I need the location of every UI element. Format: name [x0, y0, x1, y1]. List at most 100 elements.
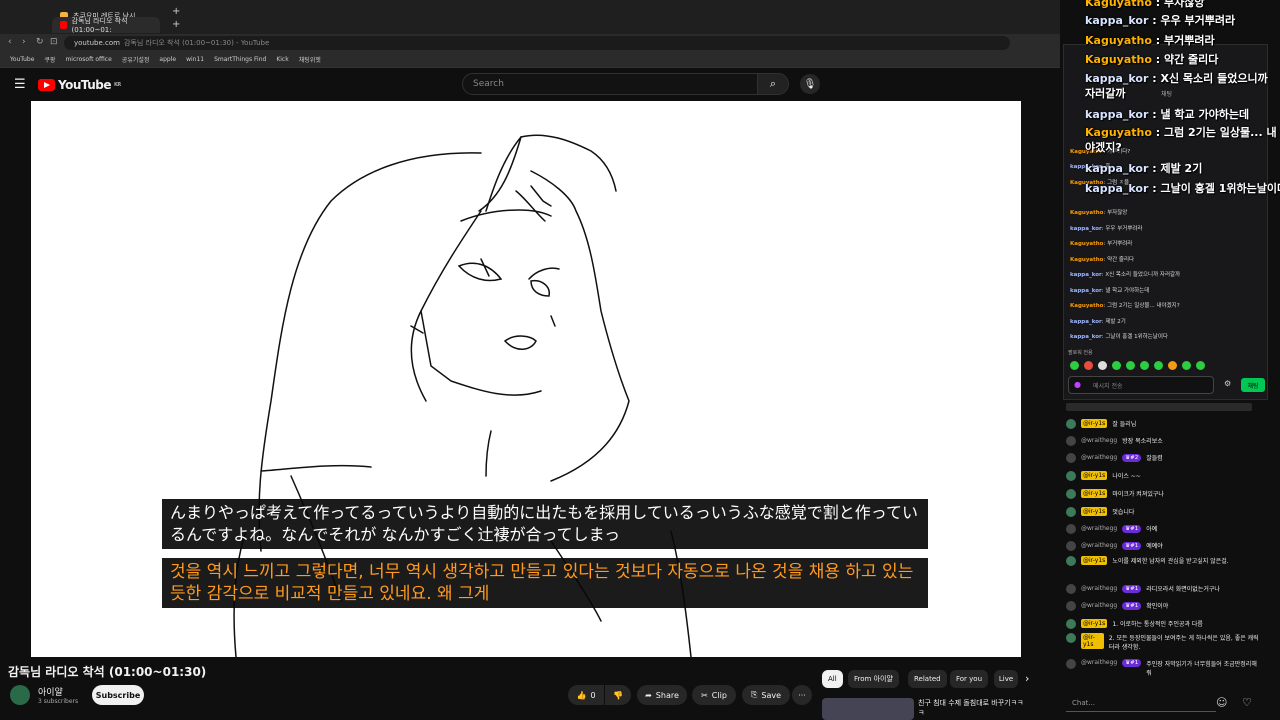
live-chat-scrollbar[interactable] — [1066, 403, 1252, 411]
youtube-logo[interactable]: YouTube KR — [38, 78, 121, 92]
live-chat-message: @ir-y1s 2. 모든 등장인물들이 보여주는 게 하나씩은 있음, 좋은 캐… — [1066, 633, 1262, 657]
live-chat-message: @wraithegg ♛#2 잘들렴 — [1066, 449, 1262, 466]
new-tab-button-2[interactable]: + — [172, 19, 180, 30]
live-chat-input[interactable]: Chat... — [1066, 694, 1216, 712]
microphone-icon: 🎙 — [803, 78, 817, 90]
subtitle-korean: 것을 역시 느끼고 그렇다면, 너무 역시 생각하고 만들고 있다는 것보다 자… — [162, 558, 928, 608]
chip-from-channel[interactable]: From 아이얄 — [848, 670, 899, 688]
live-chat-message: @ir-y1s 마이크가 켜져있구나 — [1066, 485, 1262, 502]
browser-tab-active[interactable]: 감독님 라디오 착석 (01:00~01: — [52, 17, 160, 34]
emote-icon[interactable] — [1070, 361, 1079, 370]
avatar — [1066, 556, 1076, 566]
menu-icon[interactable]: ☰ — [14, 77, 26, 92]
bookmark-router[interactable]: 공유기설정 — [122, 55, 150, 64]
emote-icon[interactable] — [1084, 361, 1093, 370]
url-domain: youtube.com — [74, 39, 120, 47]
chat-message-input[interactable]: 메시지 전송 — [1068, 376, 1214, 394]
emoji-icon[interactable]: ☺ — [1216, 696, 1227, 709]
live-chat-message: @ir-y1s 1. 이로하는 통상적인 주인공과 다름 — [1066, 615, 1262, 632]
overlay-chat-line: Kaguyatho : 그럼 2기는 일상물... 내야겠지? — [1085, 126, 1277, 154]
badge-rank: #1 — [1130, 525, 1139, 532]
related-video-thumbnail[interactable] — [822, 698, 914, 720]
follower-only-label: 팔로워 전용 — [1068, 350, 1093, 356]
dislike-button[interactable]: 👎 — [605, 685, 631, 705]
save-icon: ⎘ — [750, 690, 758, 699]
emote-icon[interactable] — [1168, 361, 1177, 370]
chat-author: @wraithegg — [1081, 437, 1118, 444]
chat-text: 약간 줄리다 — [1107, 257, 1135, 263]
bookmark-coupang[interactable]: 쿠팡 — [44, 55, 55, 64]
settings-gear-icon[interactable]: ⚙ — [1224, 379, 1231, 388]
subscribe-button[interactable]: Subscribe — [92, 685, 144, 705]
back-icon[interactable]: ‹ — [8, 37, 12, 47]
search-button[interactable]: ⌕ — [757, 73, 789, 95]
emote-icon[interactable] — [1126, 361, 1135, 370]
chat-author: @wraithegg — [1081, 585, 1118, 592]
chat-text: 잘 들리님 — [1112, 421, 1137, 428]
chat-text: 2. 모든 등장인물들이 보여주는 게 하나씩은 있음, 좋은 캐릭터라 생각함… — [1108, 635, 1259, 651]
share-button[interactable]: ➦ Share — [637, 685, 687, 705]
new-tab-button[interactable]: + — [172, 6, 180, 17]
channel-name[interactable]: 아이얄 — [38, 685, 63, 698]
emote-icon[interactable] — [1140, 361, 1149, 370]
chip-related[interactable]: Related — [908, 670, 947, 688]
heart-icon[interactable]: ♡ — [1242, 696, 1252, 709]
video-player[interactable]: んまりやっぱ考えて作ってるっていうより自動的に出たもを採用しているっいうふな感覚… — [31, 101, 1021, 657]
microphone-icon[interactable]: ● — [1074, 380, 1081, 389]
avatar — [1066, 418, 1076, 429]
chat-send-button[interactable]: 채팅 — [1241, 378, 1265, 392]
browser-tab-bar: 츠쿠요미 레트로 낚시 + 감독님 라디오 착석 (01:00~01: + — [0, 0, 1060, 34]
emote-icon[interactable] — [1112, 361, 1121, 370]
forward-icon[interactable]: › — [22, 37, 26, 47]
live-chat-message: @wraithegg ♛#1 확인이야 — [1066, 597, 1262, 614]
chevron-right-icon[interactable]: › — [1025, 672, 1029, 685]
chat-user: kappa_kor — [1070, 226, 1102, 232]
like-button[interactable]: 👍 0 — [568, 685, 604, 705]
bookmark-office[interactable]: microsoft office — [65, 56, 111, 63]
overlay-user: Kaguyatho — [1085, 34, 1152, 47]
chip-live[interactable]: Live — [994, 670, 1018, 688]
bookmark-chat-widget[interactable]: 채팅위젯 — [299, 55, 321, 64]
clip-button[interactable]: ✂ Clip — [692, 685, 736, 705]
emote-icon[interactable] — [1098, 361, 1107, 370]
overlay-user: kappa_kor — [1085, 182, 1149, 195]
clip-label: Clip — [711, 690, 727, 700]
channel-avatar[interactable] — [10, 685, 30, 705]
chip-all[interactable]: All — [822, 670, 843, 688]
overlay-user: kappa_kor — [1085, 72, 1149, 85]
site-info-icon[interactable]: ⊡ — [50, 37, 58, 47]
chat-text: 예예야 — [1146, 543, 1163, 550]
chat-text: 제발 2기 — [1105, 319, 1126, 325]
related-video-title[interactable]: 친구 침대 수제 돌침대로 바꾸기ㅋㅋㅋ — [918, 698, 1028, 718]
chat-user: kappa_kor — [1070, 334, 1102, 340]
avatar — [1066, 470, 1076, 481]
bookmark-win11[interactable]: win11 — [186, 56, 204, 63]
thumbs-up-icon: 👍 — [576, 690, 587, 700]
overlay-chat-line: kappa_kor : 낼 학교 가야하는데 — [1085, 108, 1250, 121]
bookmark-smartthings[interactable]: SmartThings Find — [214, 56, 266, 63]
chip-for-you[interactable]: For you — [950, 670, 989, 688]
live-chat-message: @wraithegg ♛#1 아예 — [1066, 520, 1262, 537]
overlay-text: 부자잖앙 — [1163, 0, 1205, 9]
save-label: Save — [761, 690, 782, 700]
emote-icon[interactable] — [1182, 361, 1191, 370]
reload-icon[interactable]: ↻ — [36, 37, 44, 47]
bookmarks-bar: YouTube 쿠팡 microsoft office 공유기설정 apple … — [0, 52, 1060, 68]
url-field[interactable]: youtube.com 감독님 라디오 착석 (01:00~01:30) - Y… — [64, 36, 1010, 50]
search-input[interactable]: Search — [462, 73, 758, 95]
emote-icon[interactable] — [1154, 361, 1163, 370]
logo-text: YouTube — [58, 78, 112, 92]
crown-badge-icon: ♛#1 — [1122, 601, 1142, 610]
badge-rank: #2 — [1130, 454, 1139, 461]
chat-user: Kaguyatho — [1070, 241, 1104, 247]
bookmark-youtube[interactable]: YouTube — [10, 56, 34, 63]
chat-text: 잘들렴 — [1146, 455, 1163, 462]
more-actions-button[interactable]: ··· — [792, 685, 812, 705]
emote-icon[interactable] — [1196, 361, 1205, 370]
tab-label: 감독님 라디오 착석 (01:00~01: — [71, 17, 128, 34]
bookmark-kick[interactable]: Kick — [276, 56, 288, 63]
voice-search-button[interactable]: 🎙 — [800, 74, 820, 94]
overlay-chat-line: kappa_kor : 그날이 홍겔 1위하는날이다 — [1085, 180, 1280, 196]
save-button[interactable]: ⎘ Save — [742, 685, 790, 705]
bookmark-apple[interactable]: apple — [159, 56, 176, 63]
